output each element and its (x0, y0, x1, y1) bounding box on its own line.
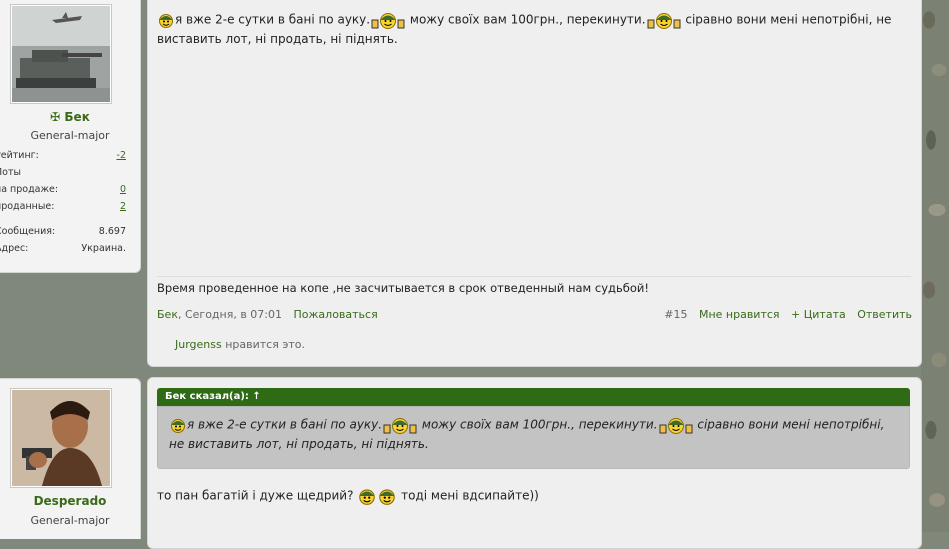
user-rank: General-major (30, 129, 110, 142)
username-bek[interactable]: ✠ Бек (0, 110, 140, 124)
iron-cross-icon: ✠ (50, 110, 61, 124)
quote-link[interactable]: + Цитата (791, 308, 846, 321)
stat-lots: Лоты (0, 167, 21, 178)
stat-address: Адрес: Украина. (0, 243, 126, 254)
stat-messages: Сообщения: 8.697 (0, 226, 126, 237)
likes-summary: Jurgenss нравится это. (175, 338, 306, 351)
username-desperado[interactable]: Desperado (0, 494, 140, 508)
smiley-beer-cheers-icon (370, 10, 406, 30)
stat-on-sale: на продаже: 0 (0, 184, 126, 195)
post-actions: #15 Мне нравится + Цитата Ответить (656, 308, 912, 321)
user-rank: General-major (30, 514, 110, 527)
smiley-beer-cheers-icon (646, 10, 682, 30)
post-message: я вже 2-е сутки в бані по ауку. можу сво… (157, 10, 917, 48)
avatar-desperado[interactable] (10, 388, 112, 488)
author-link[interactable]: Бек (157, 308, 178, 321)
post-message: то пан багатій і дуже щедрий? тоді мені … (157, 487, 539, 505)
quote-header[interactable]: Бек сказал(а): ↑ (157, 388, 910, 406)
post-15: я вже 2-е сутки в бані по ауку. можу сво… (147, 0, 922, 367)
stat-rating: Рейтинг: -2 (0, 150, 126, 161)
post-meta: Бек, Сегодня, в 07:01 Пожаловаться #15 М… (157, 308, 912, 321)
background-camo (921, 0, 949, 532)
quote-text: я вже 2-е сутки в бані по ауку. можу сво… (169, 415, 899, 453)
signature-divider (157, 276, 911, 277)
like-link[interactable]: Мне нравится (699, 308, 780, 321)
post-number-link[interactable]: #15 (664, 308, 687, 321)
post-16: Бек сказал(а): ↑ я вже 2-е сутки в бані … (147, 377, 922, 549)
post-time: , Сегодня, в 07:01 (177, 308, 283, 321)
post2-user-sidebar: Desperado General-major (0, 378, 141, 539)
report-link[interactable]: Пожаловаться (294, 308, 378, 321)
smiley-soldier-icon (157, 12, 175, 28)
signature: Время проведенное на копе ,не засчитывае… (157, 281, 649, 295)
smiley-soldier-icon (357, 487, 377, 505)
smiley-soldier-icon (169, 417, 187, 433)
avatar-bek[interactable] (10, 4, 112, 104)
post1-user-sidebar: ✠ Бек General-major Рейтинг: -2 Лоты на … (0, 0, 141, 273)
smiley-soldier-icon (377, 487, 397, 505)
tank-photo-icon (12, 6, 110, 102)
gunman-photo-icon (12, 390, 110, 486)
smiley-beer-cheers-icon (658, 415, 694, 435)
smiley-beer-cheers-icon (382, 415, 418, 435)
quote-block: я вже 2-е сутки в бані по ауку. можу сво… (157, 406, 910, 469)
reply-link[interactable]: Ответить (857, 308, 912, 321)
stat-sold: проданные: 2 (0, 201, 126, 212)
liker-link[interactable]: Jurgenss (175, 338, 222, 351)
